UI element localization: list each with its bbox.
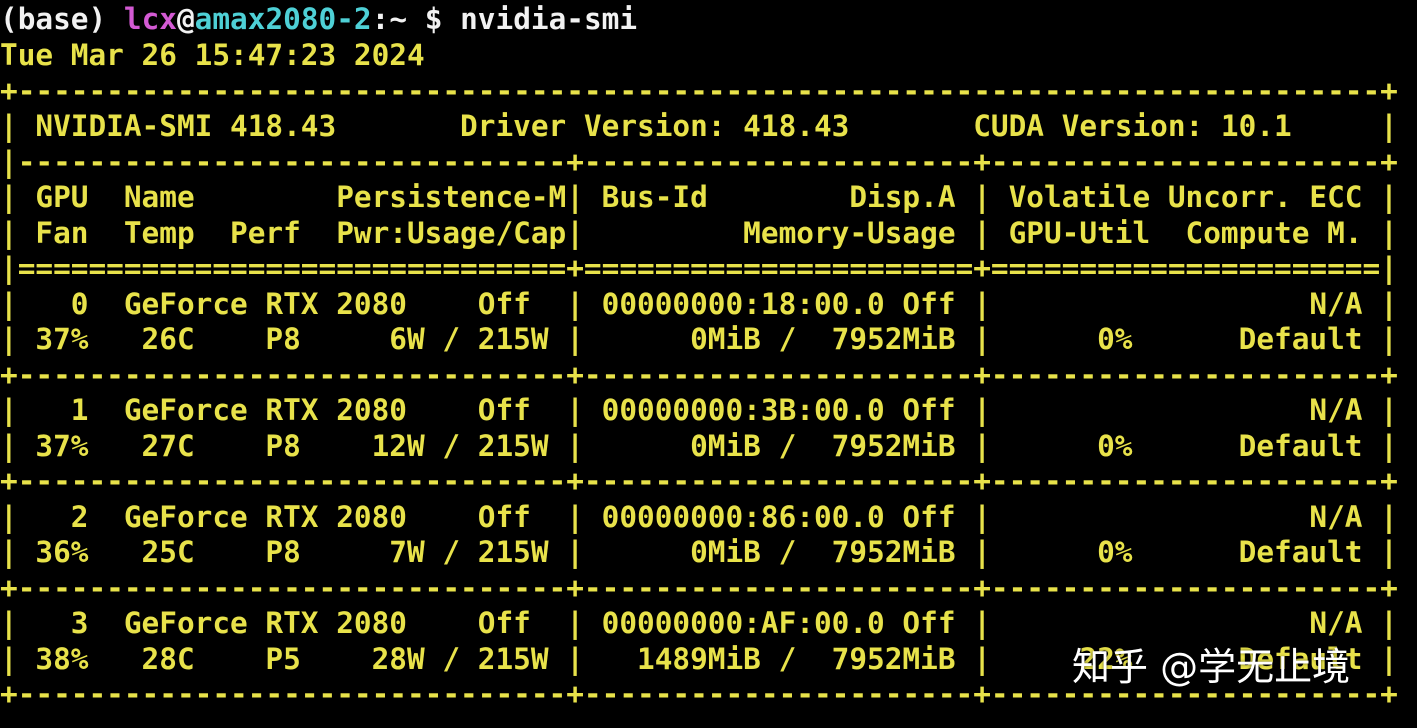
gpu-0-row-1: | 0 GeForce RTX 2080 Off | 00000000:18:0… [0, 286, 1398, 321]
gpu-2-row-2: | 36% 25C P8 7W / 215W | 0MiB / 7952MiB … [0, 535, 1398, 569]
prompt-path: :~ $ [371, 2, 461, 36]
gpu-1-row-1: | 1 GeForce RTX 2080 Off | 00000000:3B:0… [0, 393, 1398, 427]
watermark-text: 知乎 @学无止境 [1072, 645, 1351, 689]
smi-column-headers-1: | GPU Name Persistence-M| Bus-Id Disp.A … [0, 180, 1398, 214]
prompt-line: (base) lcx@amax2080-2:~ $ nvidia-smi [0, 2, 637, 37]
gpu-divider: +-------------------------------+-------… [0, 357, 1398, 392]
smi-header-versions: | NVIDIA-SMI 418.43 Driver Version: 418.… [0, 109, 1398, 143]
gpu-1-row-2: | 37% 27C P8 12W / 215W | 0MiB / 7952MiB… [0, 428, 1398, 463]
smi-column-headers-2: | Fan Temp Perf Pwr:Usage/Cap| Memory-Us… [0, 215, 1398, 250]
gpu-2-row-1: | 2 GeForce RTX 2080 Off | 00000000:86:0… [0, 499, 1398, 534]
prompt-env: (base) [0, 2, 124, 36]
prompt-command: nvidia-smi [460, 2, 638, 36]
gpu-3-row-1: | 3 GeForce RTX 2080 Off | 00000000:AF:0… [0, 606, 1398, 640]
smi-header-divider: |-------------------------------+-------… [0, 144, 1398, 179]
gpu-divider: +-------------------------------+-------… [0, 464, 1398, 498]
gpu-divider: +-------------------------------+-------… [0, 570, 1398, 605]
smi-border-top: +---------------------------------------… [0, 73, 1398, 108]
gpu-0-row-2: | 37% 26C P8 6W / 215W | 0MiB / 7952MiB … [0, 322, 1398, 356]
prompt-user: lcx [123, 2, 177, 36]
timestamp-line: Tue Mar 26 15:47:23 2024 [0, 38, 425, 72]
terminal-window[interactable]: (base) lcx@amax2080-2:~ $ nvidia-smi Tue… [0, 0, 1417, 728]
smi-header-double-divider: |===============================+=======… [0, 251, 1398, 285]
prompt-host: amax2080-2 [194, 2, 372, 36]
prompt-at: @ [176, 2, 195, 36]
